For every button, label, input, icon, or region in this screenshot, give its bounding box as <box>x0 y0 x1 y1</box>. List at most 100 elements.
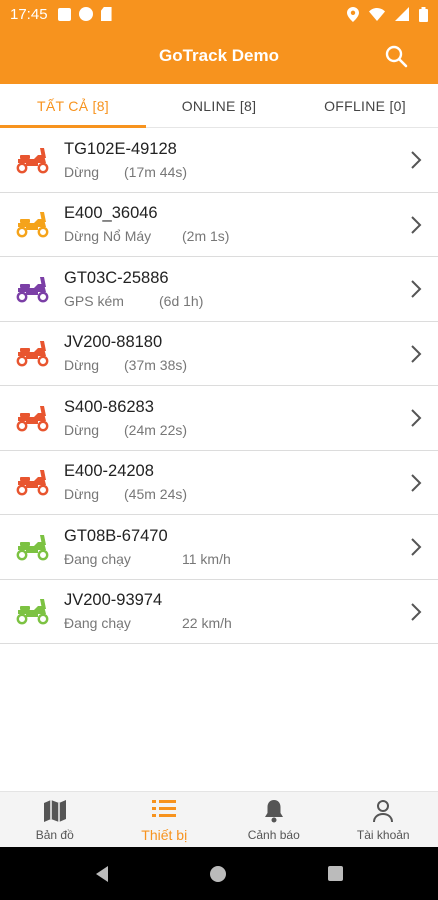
scooter-icon <box>16 470 49 496</box>
device-status: Đang chạy <box>64 615 131 632</box>
bell-icon <box>264 799 283 822</box>
back-icon[interactable] <box>95 865 108 882</box>
device-status-detail: (37m 38s) <box>124 357 188 374</box>
chevron-right-icon <box>411 409 422 427</box>
device-name: S400-86283 <box>64 397 154 416</box>
device-status: Dừng <box>64 163 100 180</box>
device-row[interactable]: GT03C-25886 GPS kém (6d 1h) <box>0 257 438 322</box>
nav-map-label: Bản đồ <box>35 827 74 842</box>
search-icon[interactable] <box>384 44 408 68</box>
device-row[interactable]: E400-24208 Dừng (45m 24s) <box>0 451 438 515</box>
nav-devices-label: Thiết bị <box>141 826 188 843</box>
scooter-icon <box>16 405 49 432</box>
app-title: GoTrack Demo <box>159 46 279 65</box>
nav-alerts[interactable]: Cảnh báo <box>219 792 329 847</box>
nav-alerts-label: Cảnh báo <box>247 827 300 842</box>
device-info: JV200-93974 Đang chạy 22 km/h <box>64 591 438 631</box>
tab-all-label: TẤT CẢ [8] <box>37 97 109 114</box>
scooter-icon <box>16 147 49 174</box>
device-status-detail: (45m 24s) <box>124 486 188 503</box>
nav-account[interactable]: Tài khoản <box>329 792 438 847</box>
chevron-right-icon <box>411 344 422 363</box>
device-name: GT08B-67470 <box>64 526 168 545</box>
device-name: E400-24208 <box>64 462 154 481</box>
system-navigation-bar <box>0 847 438 900</box>
device-status-line: Dừng (17m 44s) <box>64 164 438 180</box>
device-status-detail: (2m 1s) <box>182 228 230 245</box>
tab-online[interactable]: ONLINE [8] <box>146 84 292 127</box>
device-list: TG102E-49128 Dừng (17m 44s) E400_36046 Dừng … <box>0 128 438 644</box>
chevron-right-icon <box>411 280 422 298</box>
device-status: Dừng Nổ Máy <box>64 228 152 245</box>
list-icon <box>152 799 177 817</box>
device-info: GT03C-25886 GPS kém (6d 1h) <box>64 269 438 309</box>
notification-square-icon <box>57 7 71 21</box>
device-status-line: Dừng (37m 38s) <box>64 357 438 373</box>
chevron-right-icon <box>411 538 422 556</box>
device-status-line: Dừng (45m 24s) <box>64 486 438 502</box>
device-status: Dừng <box>64 421 100 438</box>
signal-icon <box>395 7 409 21</box>
nav-devices[interactable]: Thiết bị <box>110 792 220 847</box>
device-info: GT08B-67470 Đang chạy 11 km/h <box>64 527 438 567</box>
tab-online-label: ONLINE [8] <box>181 97 257 114</box>
scooter-icon <box>16 599 49 625</box>
scooter-icon <box>16 212 49 238</box>
device-info: E400-24208 Dừng (45m 24s) <box>64 462 438 502</box>
device-status: Dừng <box>64 357 100 374</box>
device-row[interactable]: TG102E-49128 Dừng (17m 44s) <box>0 128 438 193</box>
scooter-icon <box>16 534 49 561</box>
device-info: JV200-88180 Dừng (37m 38s) <box>64 333 438 373</box>
device-status-detail: (17m 44s) <box>124 163 188 180</box>
device-info: TG102E-49128 Dừng (17m 44s) <box>64 140 438 180</box>
chevron-right-icon <box>411 215 422 234</box>
chevron-right-icon <box>411 602 422 621</box>
device-name: JV200-88180 <box>64 333 163 352</box>
device-status-detail: (6d 1h) <box>159 292 204 309</box>
device-row[interactable]: JV200-93974 Đang chạy 22 km/h <box>0 580 438 644</box>
app-bar: GoTrack Demo <box>0 28 438 84</box>
device-info: S400-86283 Dừng (24m 22s) <box>64 398 438 438</box>
device-row[interactable]: JV200-88180 Dừng (37m 38s) <box>0 322 438 386</box>
device-status-detail: (24m 22s) <box>124 421 188 438</box>
home-icon[interactable] <box>209 865 226 882</box>
device-name: JV200-93974 <box>64 591 163 610</box>
system-icons <box>347 6 428 22</box>
device-filter-tabs: TẤT CẢ [8] ONLINE [8] OFFLINE [0] <box>0 84 438 128</box>
tab-all[interactable]: TẤT CẢ [8] <box>0 84 146 128</box>
device-status: GPS kém <box>64 292 124 309</box>
device-row[interactable]: E400_36046 Dừng Nổ Máy (2m 1s) <box>0 193 438 257</box>
device-name: TG102E-49128 <box>64 139 177 158</box>
device-status: Dừng <box>64 486 100 503</box>
status-bar: 17:45 <box>0 0 438 28</box>
notification-app-icon <box>78 7 93 21</box>
device-row[interactable]: S400-86283 Dừng (24m 22s) <box>0 386 438 451</box>
device-row[interactable]: GT08B-67470 Đang chạy 11 km/h <box>0 515 438 580</box>
scooter-icon <box>16 341 49 367</box>
notification-icons <box>57 7 112 21</box>
device-status: Đang chạy <box>64 550 131 567</box>
recents-icon[interactable] <box>327 866 343 881</box>
scooter-icon <box>16 276 49 303</box>
device-status-detail: 11 km/h <box>182 550 231 567</box>
device-name: E400_36046 <box>64 204 158 223</box>
bottom-navigation: Bản đồ Thiết bị Cảnh báo Tài khoản <box>0 791 438 847</box>
device-status-line: Dừng (24m 22s) <box>64 422 438 438</box>
chevron-right-icon <box>411 151 422 169</box>
device-info: E400_36046 Dừng Nổ Máy (2m 1s) <box>64 204 438 244</box>
tab-offline[interactable]: OFFLINE [0] <box>292 84 438 127</box>
sim-card-icon <box>100 7 112 21</box>
device-name: GT03C-25886 <box>64 268 169 287</box>
device-status-line: Dừng Nổ Máy (2m 1s) <box>64 228 438 244</box>
wifi-icon <box>369 7 385 21</box>
device-status-line: Đang chạy 22 km/h <box>64 615 438 631</box>
person-icon <box>373 799 394 822</box>
location-icon <box>347 6 359 22</box>
status-time: 17:45 <box>10 5 48 23</box>
nav-map[interactable]: Bản đồ <box>0 792 110 847</box>
device-status-line: GPS kém (6d 1h) <box>64 293 438 309</box>
battery-icon <box>419 6 428 22</box>
chevron-right-icon <box>411 473 422 492</box>
tab-offline-label: OFFLINE [0] <box>324 97 406 114</box>
device-status-line: Đang chạy 11 km/h <box>64 551 438 567</box>
